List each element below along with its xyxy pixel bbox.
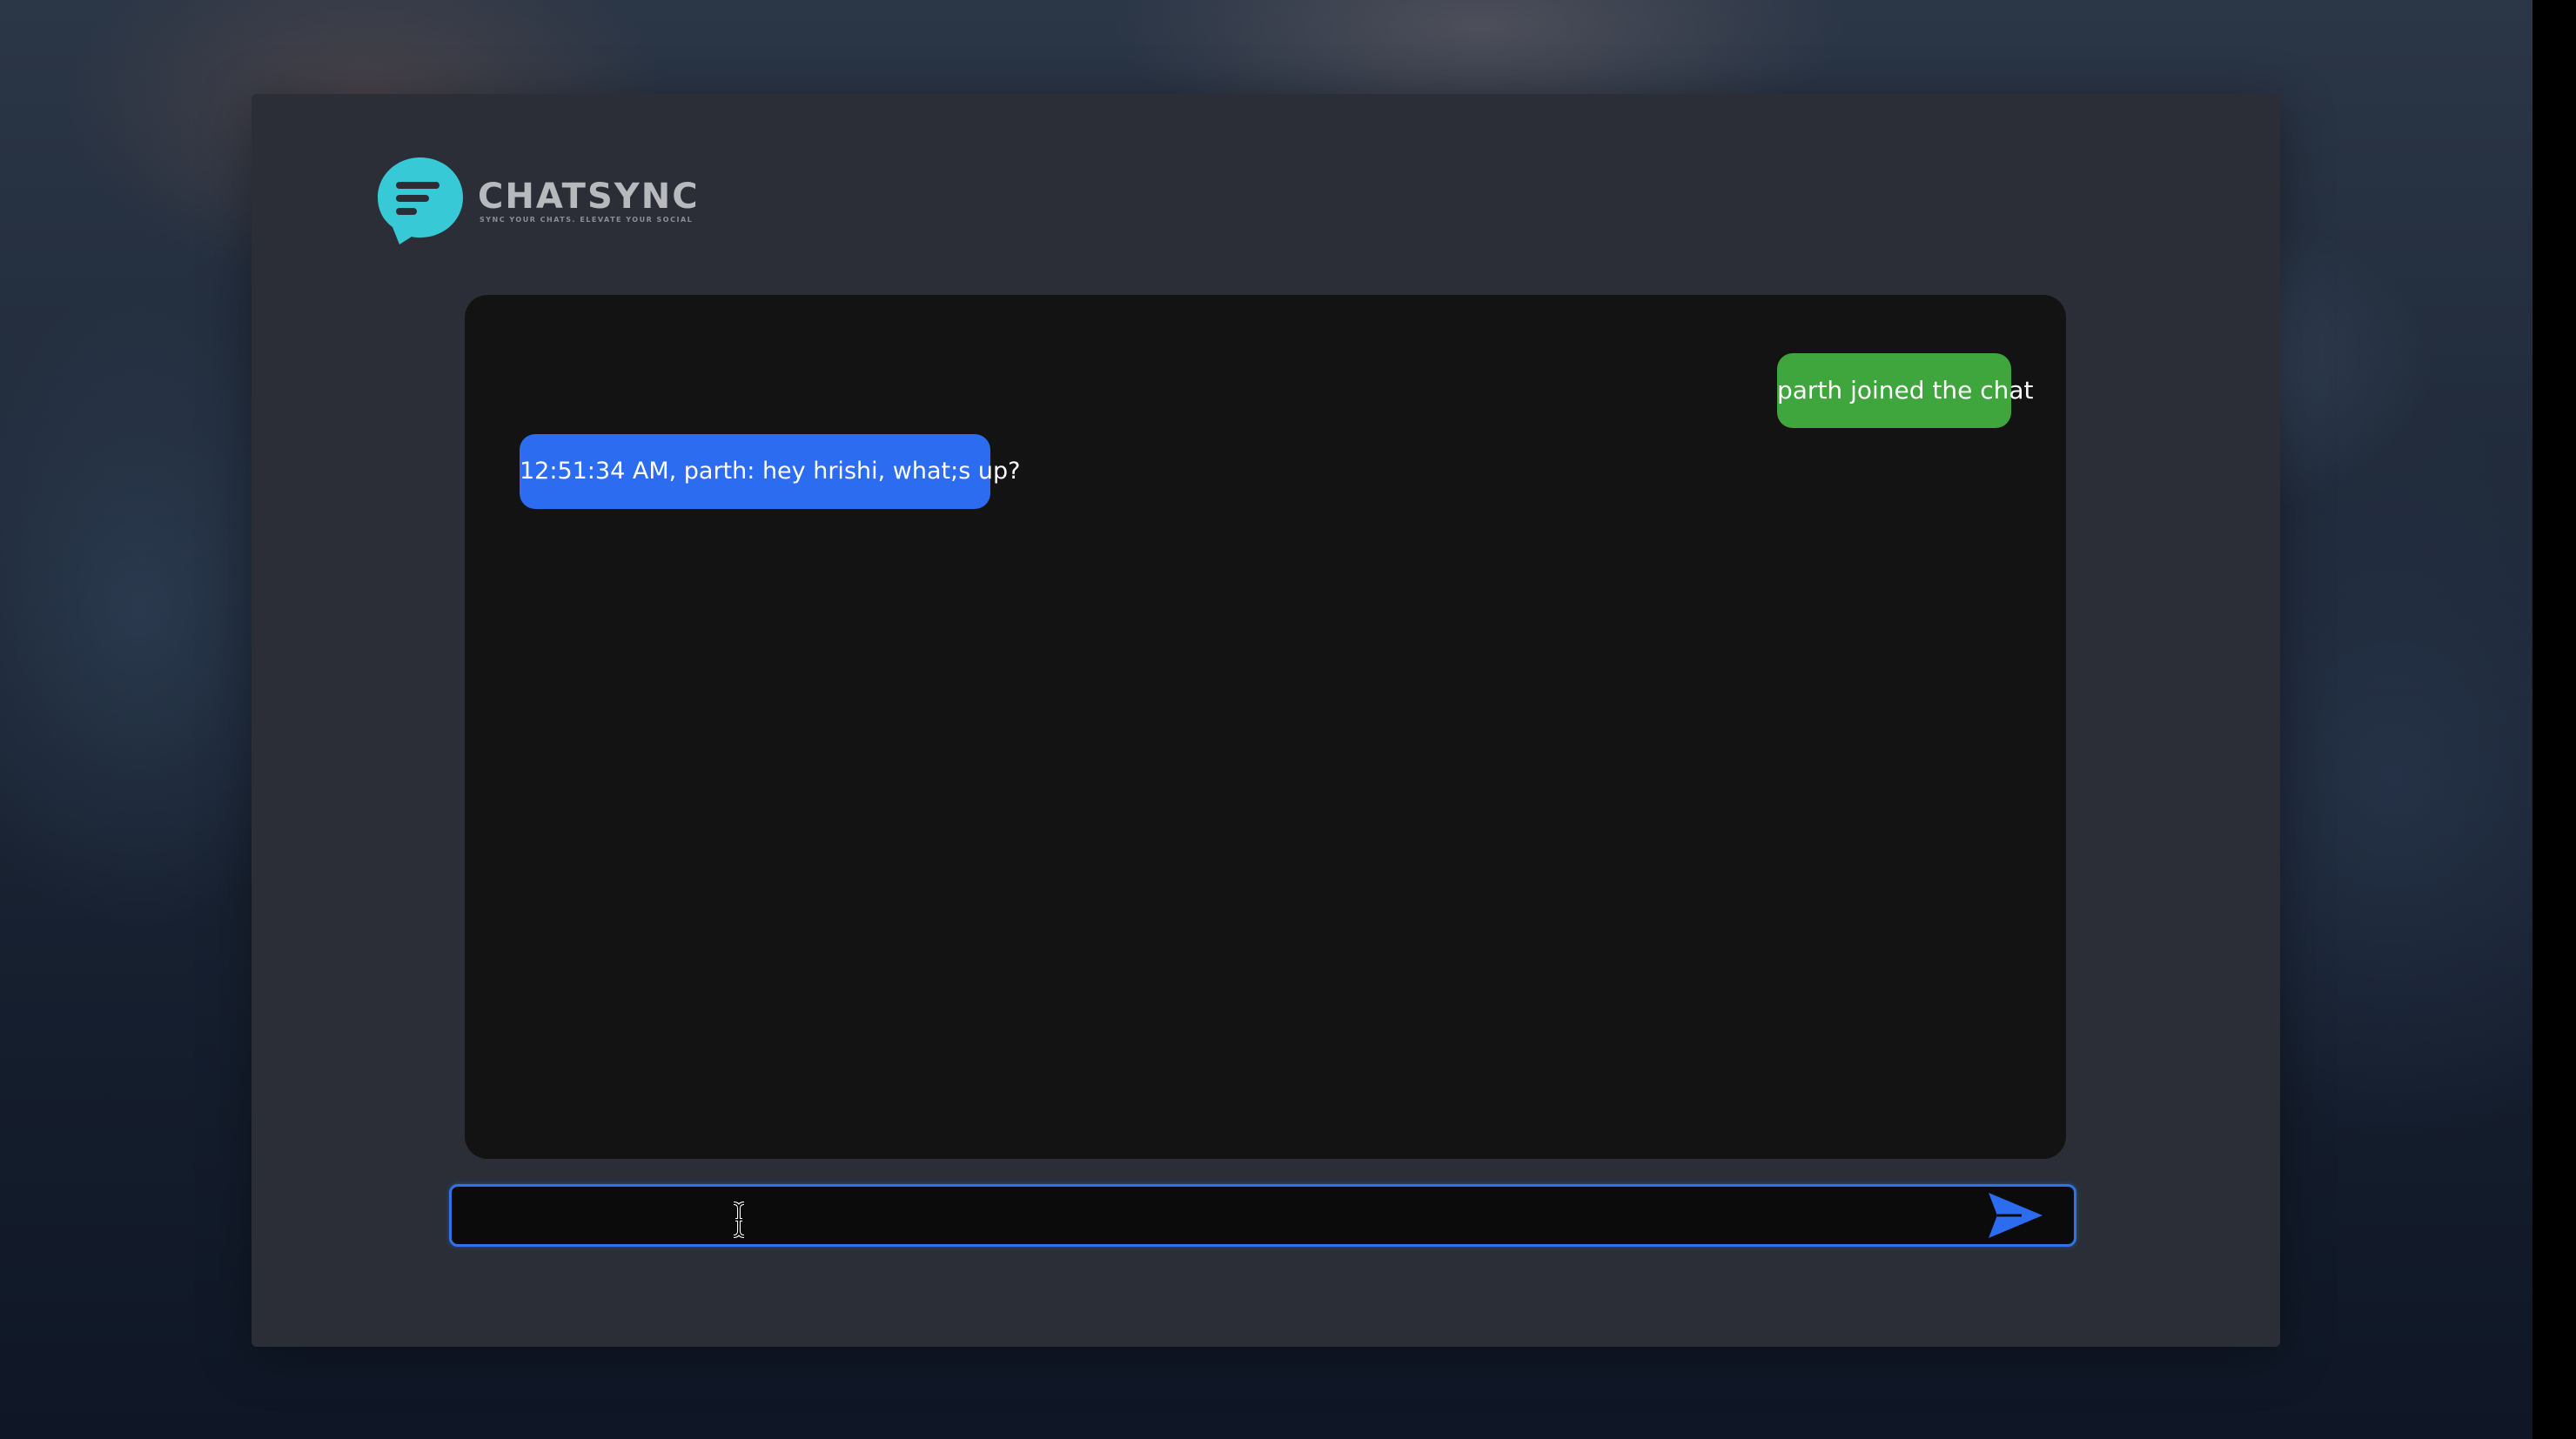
app-name: CHATSYNC (478, 177, 700, 217)
chat-message-bubble: 12:51:34 AM, parth: hey hrishi, what;s u… (520, 434, 1020, 509)
send-button[interactable] (1987, 1191, 2044, 1240)
send-arrow-icon (1989, 1193, 2043, 1238)
chat-bubble-lines-icon (378, 157, 463, 244)
chat-app-panel: CHATSYNC SYNC YOUR CHATS. ELEVATE YOUR S… (252, 94, 2280, 1347)
window-edge (2532, 0, 2576, 1439)
message-input[interactable] (469, 1187, 1978, 1246)
text-cursor-icon (733, 1201, 745, 1238)
system-message-bubble: parth joined the chat (1777, 353, 2034, 428)
app-tagline: SYNC YOUR CHATS. ELEVATE YOUR SOCIAL (480, 216, 694, 224)
message-composer (449, 1184, 2076, 1247)
chat-messages-area[interactable]: parth joined the chat 12:51:34 AM, parth… (465, 295, 2066, 1159)
app-logo: CHATSYNC SYNC YOUR CHATS. ELEVATE YOUR S… (373, 153, 700, 249)
